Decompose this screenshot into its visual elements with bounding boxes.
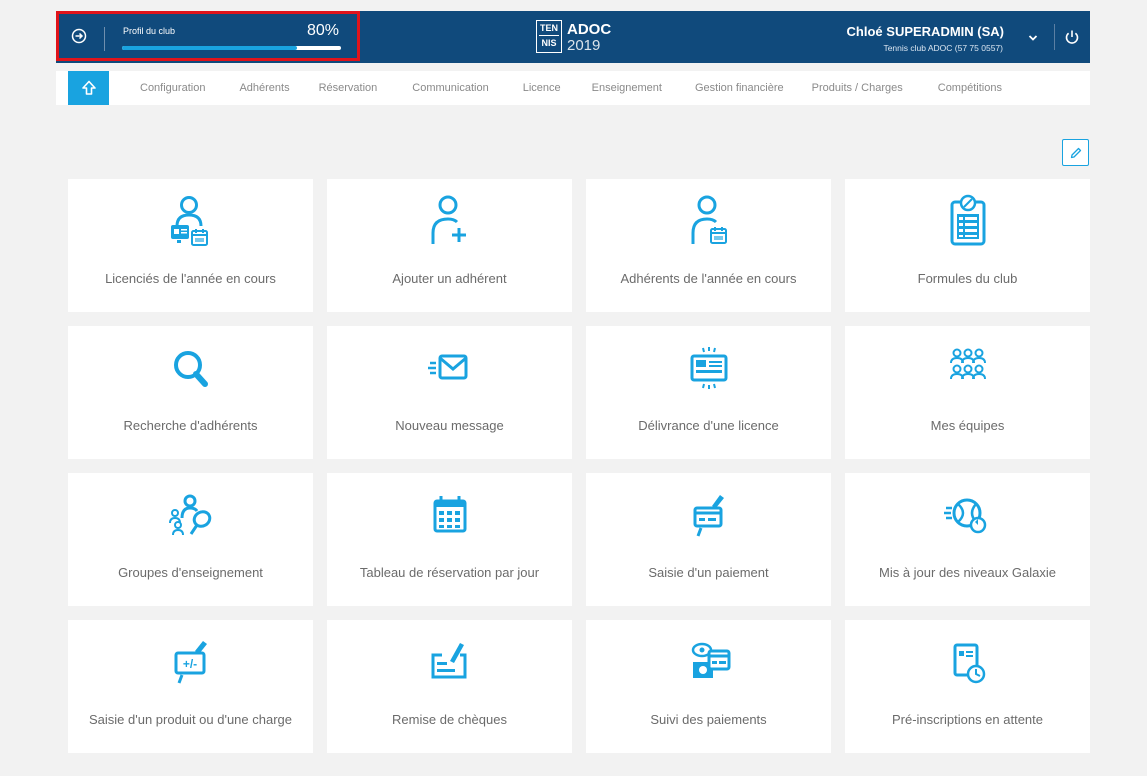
tile-label: Tableau de réservation par jour: [359, 565, 540, 580]
pencil-icon: [1070, 147, 1081, 158]
tile-saisie-produit-charge[interactable]: +/- Saisie d'un produit ou d'une charge: [68, 620, 313, 753]
tile-delivrance-licence[interactable]: Délivrance d'une licence: [586, 326, 831, 459]
envelope-icon: [327, 339, 572, 399]
divider: [104, 27, 105, 51]
tile-nouveau-message[interactable]: Nouveau message: [327, 326, 572, 459]
tile-mes-equipes[interactable]: Mes équipes: [845, 326, 1090, 459]
tile-label: Formules du club: [917, 271, 1018, 286]
tennis-logo: TEN NIS: [536, 20, 562, 53]
tennis-ball-refresh-icon: [845, 486, 1090, 546]
nav-home-button[interactable]: [68, 71, 109, 105]
search-icon: [68, 339, 313, 399]
tile-label: Délivrance d'une licence: [638, 418, 779, 433]
profile-progress-bar: [122, 46, 341, 50]
tile-formules-club[interactable]: Formules du club: [845, 179, 1090, 312]
tile-label: Pré-inscriptions en attente: [891, 712, 1044, 727]
cheque-icon: [327, 633, 572, 693]
tile-label: Suivi des paiements: [650, 712, 767, 727]
nav-item-produits-charges[interactable]: Produits / Charges: [812, 82, 903, 94]
nav-item-licence[interactable]: Licence: [523, 82, 561, 94]
teams-icon: [845, 339, 1090, 399]
profile-label: Profil du club: [123, 26, 176, 36]
brand-name: ADOC: [567, 21, 612, 38]
teaching-group-icon: [68, 486, 313, 546]
profile-percent: 80%: [307, 22, 340, 39]
tile-label: Remise de chèques: [392, 712, 507, 727]
nav-item-communication[interactable]: Communication: [412, 82, 488, 94]
svg-text:+/-: +/-: [182, 657, 196, 671]
tile-label: Mis à jour des niveaux Galaxie: [878, 565, 1057, 580]
tile-saisie-paiement[interactable]: Saisie d'un paiement: [586, 473, 831, 606]
tile-suivi-paiements[interactable]: Suivi des paiements: [586, 620, 831, 753]
user-card-calendar-icon: [68, 192, 313, 252]
chevron-down-icon[interactable]: [1028, 33, 1038, 43]
nav-item-configuration[interactable]: Configuration: [140, 82, 205, 94]
brand-year: 2019: [567, 37, 601, 54]
tile-label: Nouveau message: [395, 418, 504, 433]
calendar-grid-icon: [327, 486, 572, 546]
nav-items: Configuration Adhérents Réservation Comm…: [109, 71, 1002, 105]
arrow-circle-right-icon: [71, 28, 87, 44]
nav-item-enseignement[interactable]: Enseignement: [592, 82, 662, 94]
tile-label: Ajouter un adhérent: [392, 271, 507, 286]
divider: [1054, 24, 1055, 50]
tile-remise-cheques[interactable]: Remise de chèques: [327, 620, 572, 753]
id-card-icon: [586, 339, 831, 399]
user-club: Tennis club ADOC (57 75 0557): [883, 43, 1003, 53]
tile-label: Licenciés de l'année en cours: [105, 271, 276, 286]
nav-item-reservation[interactable]: Réservation: [319, 82, 378, 94]
top-header: Profil du club 80% TEN NIS ADOC 2019 Chl…: [56, 11, 1090, 63]
home-arrow-icon: [81, 80, 96, 95]
tile-groupes-enseignement[interactable]: Groupes d'enseignement: [68, 473, 313, 606]
tile-licencies-annee[interactable]: Licenciés de l'année en cours: [68, 179, 313, 312]
power-icon[interactable]: [1064, 29, 1080, 45]
tile-label: Adhérents de l'année en cours: [620, 271, 797, 286]
user-plus-icon: [327, 192, 572, 252]
tile-label: Saisie d'un paiement: [648, 565, 769, 580]
tile-adherents-annee[interactable]: Adhérents de l'année en cours: [586, 179, 831, 312]
payments-tracking-icon: [586, 633, 831, 693]
tile-recherche-adherents[interactable]: Recherche d'adhérents: [68, 326, 313, 459]
tile-label: Saisie d'un produit ou d'une charge: [89, 712, 292, 727]
tile-tableau-reservation[interactable]: Tableau de réservation par jour: [327, 473, 572, 606]
nav-item-competitions[interactable]: Compétitions: [938, 82, 1002, 94]
tile-label: Groupes d'enseignement: [118, 565, 263, 580]
tile-ajouter-adherent[interactable]: Ajouter un adhérent: [327, 179, 572, 312]
edit-layout-button[interactable]: [1062, 139, 1089, 166]
main-nav: Configuration Adhérents Réservation Comm…: [56, 71, 1090, 105]
profile-progress-fill: [122, 46, 298, 50]
tile-label: Recherche d'adhérents: [123, 418, 258, 433]
clipboard-list-icon: [845, 192, 1090, 252]
tile-preinscriptions[interactable]: Pré-inscriptions en attente: [845, 620, 1090, 753]
club-profile-widget[interactable]: Profil du club 80%: [56, 11, 360, 61]
user-name[interactable]: Chloé SUPERADMIN (SA): [847, 24, 1004, 39]
tile-label: Mes équipes: [930, 418, 1005, 433]
plus-minus-entry-icon: +/-: [68, 633, 313, 693]
tile-niveaux-galaxie[interactable]: Mis à jour des niveaux Galaxie: [845, 473, 1090, 606]
pending-registration-icon: [845, 633, 1090, 693]
user-calendar-icon: [586, 192, 831, 252]
nav-item-adherents[interactable]: Adhérents: [239, 82, 289, 94]
nav-item-gestion-financiere[interactable]: Gestion financière: [695, 82, 784, 94]
payment-entry-icon: [586, 486, 831, 546]
